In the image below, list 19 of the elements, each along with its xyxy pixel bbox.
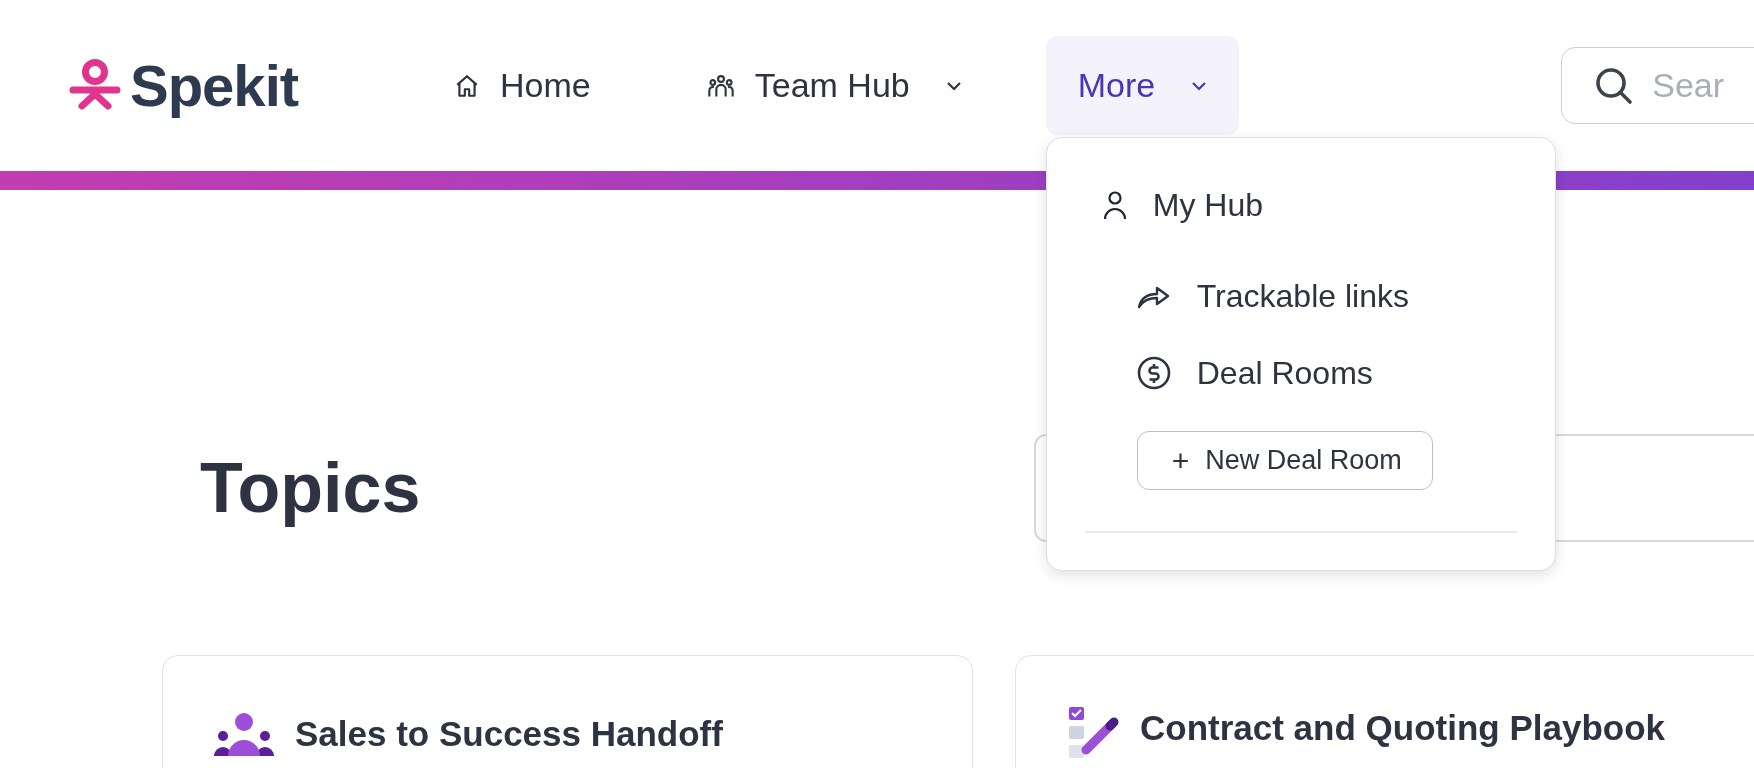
- nav-tab[interactable]: More: [1045, 36, 1240, 135]
- nav-tab[interactable]: Home: [422, 36, 623, 135]
- menu-item[interactable]: Trackable links: [1084, 271, 1409, 321]
- card-title: Contract and Quoting Playbook: [1140, 707, 1666, 749]
- dollar-coin-icon: [1136, 356, 1171, 390]
- menu-item[interactable]: My Hub: [1084, 180, 1263, 230]
- topic-card[interactable]: Contract and Quoting Playbook: [1015, 655, 1754, 768]
- page-title: Topics: [200, 448, 421, 528]
- search-bar[interactable]: Sear: [1561, 47, 1754, 124]
- new-deal-room-button[interactable]: + New Deal Room: [1136, 431, 1433, 490]
- nav-tab[interactable]: Team Hub: [674, 36, 994, 135]
- search-icon: [1594, 65, 1635, 106]
- logo[interactable]: Spekit: [68, 52, 299, 119]
- menu-item[interactable]: Deal Rooms: [1084, 348, 1373, 398]
- topic-card[interactable]: Sales to Success Handoff: [162, 655, 973, 768]
- person-icon: [1102, 190, 1127, 220]
- team-icon: [213, 712, 275, 756]
- card-title: Sales to Success Handoff: [295, 713, 723, 755]
- logo-text: Spekit: [130, 52, 299, 119]
